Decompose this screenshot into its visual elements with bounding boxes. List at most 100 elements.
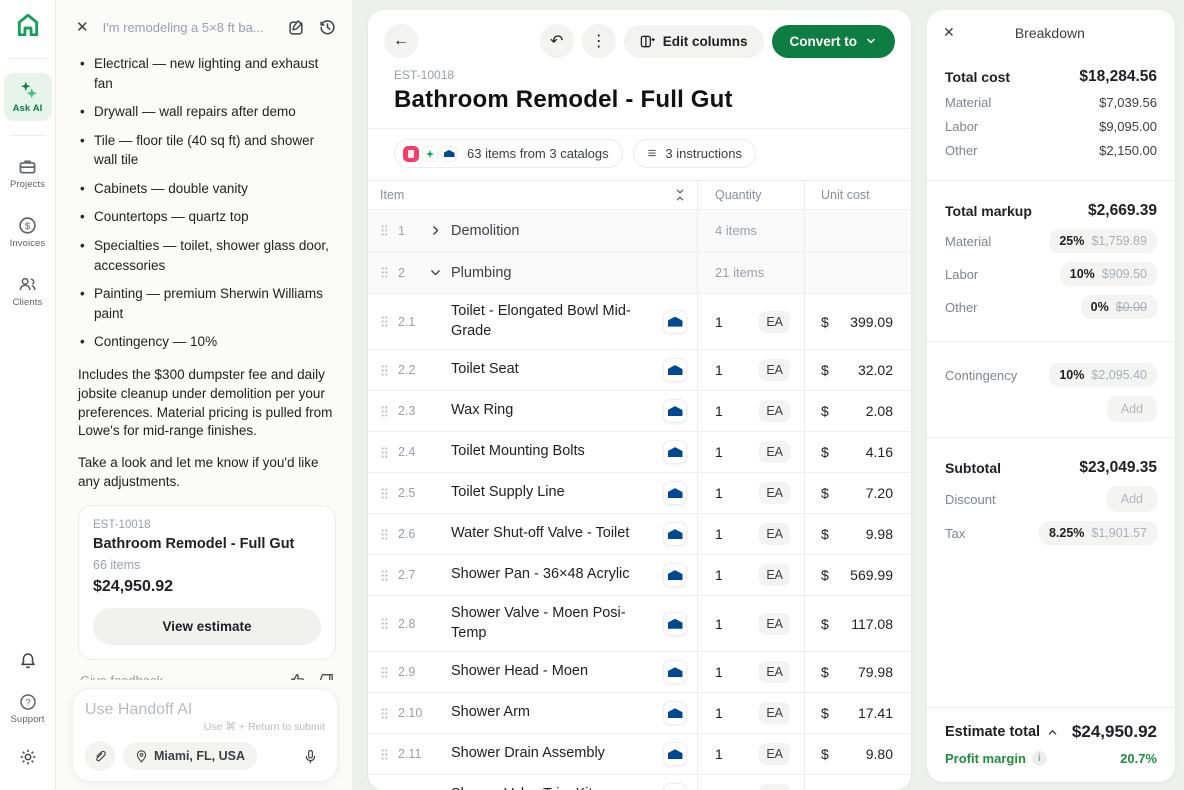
table-row[interactable]: 2.12 Shower Valve Trim Kit 1EA $154.52 [368, 775, 911, 790]
column-header-quantity[interactable]: Quantity [715, 188, 762, 202]
attach-button[interactable] [85, 741, 115, 771]
table-row-group[interactable]: 2 Plumbing 21 items [368, 252, 911, 294]
conversation-title[interactable]: I'm remodeling a 5×8 ft ba... [103, 20, 276, 35]
unit-badge[interactable]: EA [759, 661, 790, 683]
unit-cost-value[interactable]: 79.98 [858, 664, 893, 680]
drag-handle-icon[interactable] [380, 665, 389, 680]
notifications-button[interactable] [19, 652, 37, 670]
lowes-catalog-icon[interactable] [663, 522, 687, 546]
quantity-value[interactable]: 1 [715, 746, 759, 762]
lowes-catalog-icon[interactable] [663, 660, 687, 684]
drag-handle-icon[interactable] [380, 527, 389, 542]
item-name[interactable]: Toilet Seat [451, 360, 519, 380]
settings-button[interactable] [19, 748, 37, 766]
unit-badge[interactable]: EA [759, 523, 790, 545]
lowes-catalog-icon[interactable] [663, 481, 687, 505]
view-estimate-button[interactable]: View estimate [93, 608, 321, 645]
quantity-value[interactable]: 1 [715, 485, 759, 501]
unit-badge[interactable]: EA [759, 564, 790, 586]
unit-badge[interactable]: EA [759, 311, 790, 333]
table-row-group[interactable]: 1 Demolition 4 items [368, 210, 911, 252]
unit-cost-value[interactable]: 9.98 [866, 526, 893, 542]
quantity-value[interactable]: 1 [715, 362, 759, 378]
unit-cost-value[interactable]: 399.09 [850, 314, 893, 330]
quantity-value[interactable]: 1 [715, 705, 759, 721]
close-breakdown-icon[interactable]: ✕ [943, 24, 955, 41]
unit-badge[interactable]: EA [759, 482, 790, 504]
unit-badge[interactable]: EA [759, 359, 790, 381]
sidebar-item-ask-ai[interactable]: Ask AI [4, 73, 52, 121]
lowes-catalog-icon[interactable] [663, 399, 687, 423]
item-name[interactable]: Shower Valve - Moen Posi-Temp [451, 604, 636, 643]
item-name[interactable]: Shower Arm [451, 703, 530, 723]
history-icon[interactable] [317, 17, 338, 38]
unit-cost-value[interactable]: 569.99 [850, 567, 893, 583]
lowes-catalog-icon[interactable] [663, 742, 687, 766]
contingency-pill[interactable]: 10% $2,095.40 [1049, 363, 1157, 387]
unit-badge[interactable]: EA [759, 441, 790, 463]
handoff-logo[interactable] [13, 10, 43, 40]
drag-handle-icon[interactable] [380, 223, 389, 238]
drag-handle-icon[interactable] [380, 706, 389, 721]
mic-button[interactable] [295, 741, 325, 771]
lowes-catalog-icon[interactable] [663, 612, 687, 636]
unit-cost-value[interactable]: 2.08 [866, 403, 893, 419]
collapse-icon[interactable] [429, 266, 451, 279]
quantity-value[interactable]: 1 [715, 403, 759, 419]
drag-handle-icon[interactable] [380, 568, 389, 583]
new-chat-icon[interactable] [286, 17, 307, 38]
item-name[interactable]: Shower Drain Assembly [451, 744, 605, 764]
drag-handle-icon[interactable] [380, 445, 389, 460]
quantity-value[interactable]: 1 [715, 664, 759, 680]
table-row[interactable]: 2.9 Shower Head - Moen 1EA $79.98 [368, 652, 911, 693]
undo-button[interactable]: ↶ [540, 24, 574, 58]
column-header-item[interactable]: Item [380, 188, 404, 202]
unit-badge[interactable]: EA [759, 613, 790, 635]
close-chat-icon[interactable]: ✕ [72, 16, 93, 38]
material-markup-pill[interactable]: 25% $1,759.89 [1049, 229, 1157, 253]
chat-input[interactable] [85, 701, 325, 719]
item-name[interactable]: Toilet Mounting Bolts [451, 442, 585, 462]
table-row[interactable]: 2.3 Wax Ring 1EA $2.08 [368, 391, 911, 432]
lowes-catalog-icon[interactable] [663, 563, 687, 587]
drag-handle-icon[interactable] [380, 314, 389, 329]
sidebar-item-support[interactable]: ? Support [4, 686, 52, 732]
lowes-catalog-icon[interactable] [663, 701, 687, 725]
sidebar-item-clients[interactable]: Clients [4, 268, 52, 315]
unit-badge[interactable]: EA [759, 743, 790, 765]
unit-badge[interactable]: EA [759, 702, 790, 724]
item-name[interactable]: Toilet - Elongated Bowl Mid-Grade [451, 302, 636, 341]
unit-cost-value[interactable]: 17.41 [858, 705, 893, 721]
item-name[interactable]: Wax Ring [451, 401, 513, 421]
table-row[interactable]: 2.6 Water Shut-off Valve - Toilet 1EA $9… [368, 514, 911, 555]
catalogs-pill[interactable]: 63 items from 3 catalogs [394, 139, 623, 168]
table-row[interactable]: 2.8 Shower Valve - Moen Posi-Temp 1EA $1… [368, 596, 911, 652]
edit-columns-button[interactable]: Edit columns [624, 25, 764, 58]
lowes-catalog-icon[interactable] [663, 783, 687, 790]
drag-handle-icon[interactable] [380, 363, 389, 378]
table-row[interactable]: 2.10 Shower Arm 1EA $17.41 [368, 693, 911, 734]
item-name[interactable]: Shower Head - Moen [451, 662, 588, 682]
group-name[interactable]: Plumbing [451, 265, 511, 281]
unit-cost-value[interactable]: 4.16 [866, 444, 893, 460]
convert-to-button[interactable]: Convert to [772, 25, 896, 58]
expand-icon[interactable] [429, 224, 451, 237]
unit-badge[interactable]: EA [759, 400, 790, 422]
instructions-pill[interactable]: ≡ 3 instructions [633, 139, 756, 168]
table-row[interactable]: 2.1 Toilet - Elongated Bowl Mid-Grade 1E… [368, 294, 911, 350]
estimate-total-toggle[interactable]: Estimate total [945, 724, 1058, 740]
drag-handle-icon[interactable] [380, 616, 389, 631]
item-name[interactable]: Shower Valve Trim Kit [451, 785, 593, 790]
other-markup-pill[interactable]: 0% $0.00 [1081, 295, 1157, 319]
add-contingency-button[interactable]: Add [1107, 396, 1157, 422]
table-row[interactable]: 2.4 Toilet Mounting Bolts 1EA $4.16 [368, 432, 911, 473]
table-row[interactable]: 2.11 Shower Drain Assembly 1EA $9.80 [368, 734, 911, 775]
sidebar-item-projects[interactable]: Projects [4, 150, 52, 197]
drag-handle-icon[interactable] [380, 265, 389, 280]
item-name[interactable]: Toilet Supply Line [451, 483, 565, 503]
item-name[interactable]: Water Shut-off Valve - Toilet [451, 524, 629, 544]
group-name[interactable]: Demolition [451, 223, 520, 239]
tax-pill[interactable]: 8.25% $1,901.57 [1039, 521, 1157, 545]
table-row[interactable]: 2.5 Toilet Supply Line 1EA $7.20 [368, 473, 911, 514]
estimate-card[interactable]: EST-10018 Bathroom Remodel - Full Gut 66… [78, 505, 336, 660]
